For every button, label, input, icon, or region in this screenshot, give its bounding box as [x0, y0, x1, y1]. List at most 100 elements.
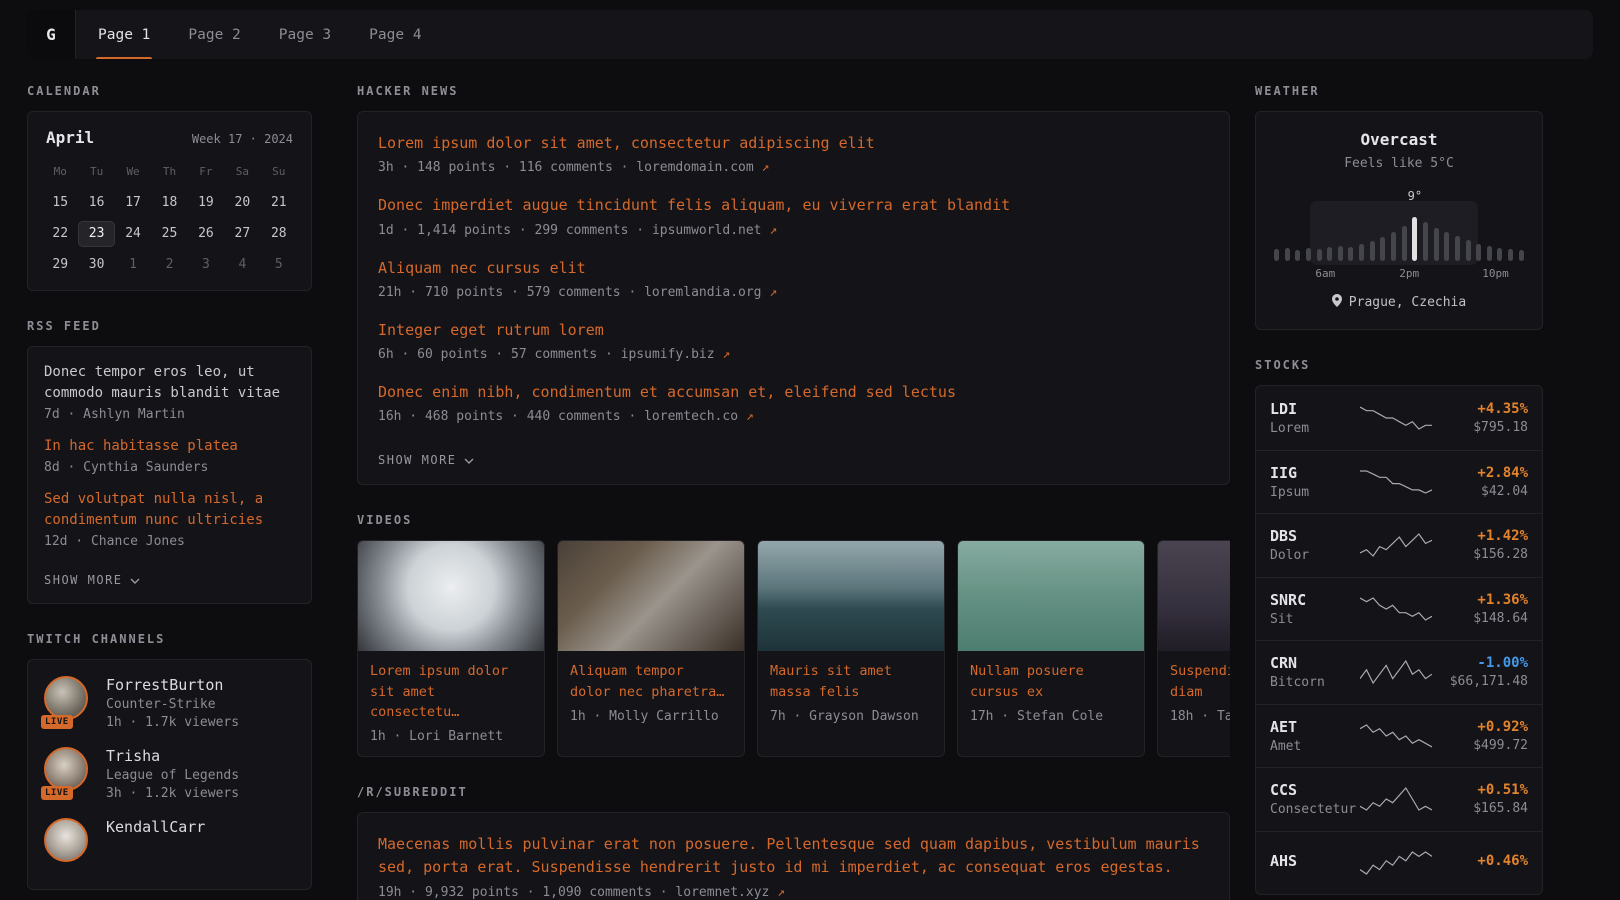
- hn-domain-link[interactable]: loremdomain.com: [636, 160, 753, 175]
- weather-bar: [1455, 236, 1460, 261]
- video-thumbnail: [358, 541, 544, 651]
- hackernews-section-title: HACKER NEWS: [357, 84, 1230, 98]
- stock-row[interactable]: AHS +0.46%: [1256, 831, 1542, 895]
- app-logo[interactable]: G: [27, 10, 76, 59]
- stock-sparkline: [1360, 405, 1432, 431]
- rss-item-title[interactable]: Donec tempor eros leo, ut commodo mauris…: [44, 362, 295, 404]
- hn-item-meta: 3h · 148 points · 116 comments · loremdo…: [378, 160, 1209, 175]
- rss-show-more-button[interactable]: SHOW MORE: [44, 573, 140, 587]
- stock-row[interactable]: LDI Lorem +4.35% $795.18: [1256, 386, 1542, 450]
- weather-bar: [1306, 248, 1311, 261]
- video-thumbnail: [758, 541, 944, 651]
- hn-show-more-label: SHOW MORE: [378, 453, 457, 467]
- external-link-icon[interactable]: ↗: [769, 285, 777, 300]
- stock-row[interactable]: SNRC Sit +1.36% $148.64: [1256, 577, 1542, 641]
- calendar-day: 25: [151, 221, 187, 247]
- stock-row[interactable]: AET Amet +0.92% $499.72: [1256, 704, 1542, 768]
- channel-game: Counter-Strike: [106, 697, 239, 712]
- video-card[interactable]: Nullam posuere cursus ex 17h · Stefan Co…: [957, 540, 1145, 757]
- hn-meta-text: 3h · 148 points · 116 comments ·: [378, 160, 628, 175]
- stock-values: +1.36% $148.64: [1432, 592, 1528, 626]
- twitch-widget: LIVE ForrestBurton Counter-Strike 1h · 1…: [27, 659, 312, 890]
- weather-bar: [1295, 250, 1300, 261]
- calendar-day: 16: [78, 190, 114, 216]
- hn-domain-link[interactable]: ipsumworld.net: [652, 223, 762, 238]
- tab-page-2[interactable]: Page 2: [188, 10, 240, 59]
- hn-item-title[interactable]: Integer eget rutrum lorem: [378, 319, 1209, 342]
- reddit-post-meta: 19h · 9,932 points · 1,090 comments · lo…: [378, 885, 1209, 900]
- stock-change: +1.42%: [1432, 528, 1528, 544]
- live-badge: LIVE: [41, 786, 73, 800]
- video-title[interactable]: Suspendisse potenti diam: [1170, 661, 1230, 702]
- channel-game: League of Legends: [106, 768, 239, 783]
- video-card[interactable]: Lorem ipsum dolor sit amet consectetu… 1…: [357, 540, 545, 757]
- topbar: G Page 1 Page 2 Page 3 Page 4: [27, 10, 1593, 59]
- stock-price: $148.64: [1432, 611, 1528, 626]
- rss-item-title[interactable]: Sed volutpat nulla nisl, a condimentum n…: [44, 489, 295, 531]
- twitch-channel[interactable]: LIVE Trisha League of Legends 3h · 1.2k …: [44, 747, 295, 801]
- tab-page-3[interactable]: Page 3: [279, 10, 331, 59]
- stock-change: +1.36%: [1432, 592, 1528, 608]
- video-card[interactable]: Aliquam tempor dolor nec pharetra… 1h · …: [557, 540, 745, 757]
- left-column: CALENDAR April Week 17 · 2024 MoTuWeThFr…: [27, 84, 312, 900]
- hn-item-title[interactable]: Donec enim nibh, condimentum et accumsan…: [378, 381, 1209, 404]
- hn-item-title[interactable]: Aliquam nec cursus elit: [378, 257, 1209, 280]
- tab-page-1[interactable]: Page 1: [98, 10, 150, 59]
- video-title[interactable]: Nullam posuere cursus ex: [970, 661, 1132, 702]
- calendar-day: 20: [224, 190, 260, 216]
- stock-id: LDI Lorem: [1270, 400, 1360, 436]
- external-link-icon[interactable]: ↗: [777, 885, 785, 900]
- hn-domain-link[interactable]: loremtech.co: [644, 409, 738, 424]
- weather-bar: [1402, 226, 1407, 261]
- videos-section-title: VIDEOS: [357, 513, 1230, 527]
- video-meta: 7h · Grayson Dawson: [770, 709, 932, 724]
- stock-sparkline: [1360, 786, 1432, 812]
- stock-sparkline: [1360, 659, 1432, 685]
- stock-change: -1.00%: [1432, 655, 1528, 671]
- video-title[interactable]: Aliquam tempor dolor nec pharetra…: [570, 661, 732, 702]
- video-card[interactable]: Mauris sit amet massa felis 7h · Grayson…: [757, 540, 945, 757]
- external-link-icon[interactable]: ↗: [769, 223, 777, 238]
- hn-item: Integer eget rutrum lorem 6h · 60 points…: [378, 319, 1209, 362]
- weather-time-label: 2pm: [1399, 267, 1419, 280]
- calendar-header: April Week 17 · 2024: [42, 126, 297, 159]
- stock-row[interactable]: DBS Dolor +1.42% $156.28: [1256, 513, 1542, 577]
- hn-item: Donec enim nibh, condimentum et accumsan…: [378, 381, 1209, 424]
- hn-item-meta: 21h · 710 points · 579 comments · loreml…: [378, 285, 1209, 300]
- reddit-post-title[interactable]: Maecenas mollis pulvinar erat non posuer…: [378, 833, 1209, 880]
- hn-item-title[interactable]: Donec imperdiet augue tincidunt felis al…: [378, 194, 1209, 217]
- hn-item-title[interactable]: Lorem ipsum dolor sit amet, consectetur …: [378, 132, 1209, 155]
- channel-meta: 1h · 1.7k viewers: [106, 715, 239, 730]
- stock-change: +0.92%: [1432, 719, 1528, 735]
- twitch-channel[interactable]: LIVE ForrestBurton Counter-Strike 1h · 1…: [44, 676, 295, 730]
- video-card[interactable]: Suspendisse potenti diam 18h · Tara: [1157, 540, 1230, 757]
- video-title[interactable]: Lorem ipsum dolor sit amet consectetu…: [370, 661, 532, 722]
- external-link-icon[interactable]: ↗: [722, 347, 730, 362]
- weather-feels-like: Feels like 5°C: [1272, 156, 1526, 171]
- calendar-dow-label: Fr: [188, 159, 224, 185]
- avatar-wrap: LIVE: [44, 747, 92, 795]
- stock-values: +0.92% $499.72: [1432, 719, 1528, 753]
- hn-domain-link[interactable]: loremlandia.org: [644, 285, 761, 300]
- video-meta: 1h · Molly Carrillo: [570, 709, 732, 724]
- external-link-icon[interactable]: ↗: [762, 160, 770, 175]
- rss-item-title[interactable]: In hac habitasse platea: [44, 436, 295, 457]
- hn-show-more-button[interactable]: SHOW MORE: [378, 453, 474, 467]
- stock-values: +1.42% $156.28: [1432, 528, 1528, 562]
- tab-page-4[interactable]: Page 4: [369, 10, 421, 59]
- stock-row[interactable]: IIG Ipsum +2.84% $42.04: [1256, 450, 1542, 514]
- external-link-icon[interactable]: ↗: [746, 409, 754, 424]
- hn-domain-link[interactable]: ipsumify.biz: [621, 347, 715, 362]
- stock-row[interactable]: CCS Consectetur +0.51% $165.84: [1256, 767, 1542, 831]
- calendar-day: 24: [115, 221, 151, 247]
- reddit-domain-link[interactable]: loremnet.xyz: [675, 885, 769, 900]
- weather-bar: [1338, 246, 1343, 261]
- stock-row[interactable]: CRN Bitcorn -1.00% $66,171.48: [1256, 640, 1542, 704]
- video-title[interactable]: Mauris sit amet massa felis: [770, 661, 932, 702]
- rss-section-title: RSS FEED: [27, 319, 312, 333]
- stock-values: +0.46%: [1432, 853, 1528, 872]
- rss-item: Sed volutpat nulla nisl, a condimentum n…: [44, 489, 295, 549]
- twitch-channel[interactable]: KendallCarr: [44, 818, 295, 866]
- hn-meta-text: 6h · 60 points · 57 comments ·: [378, 347, 613, 362]
- stocks-section-title: STOCKS: [1255, 358, 1543, 372]
